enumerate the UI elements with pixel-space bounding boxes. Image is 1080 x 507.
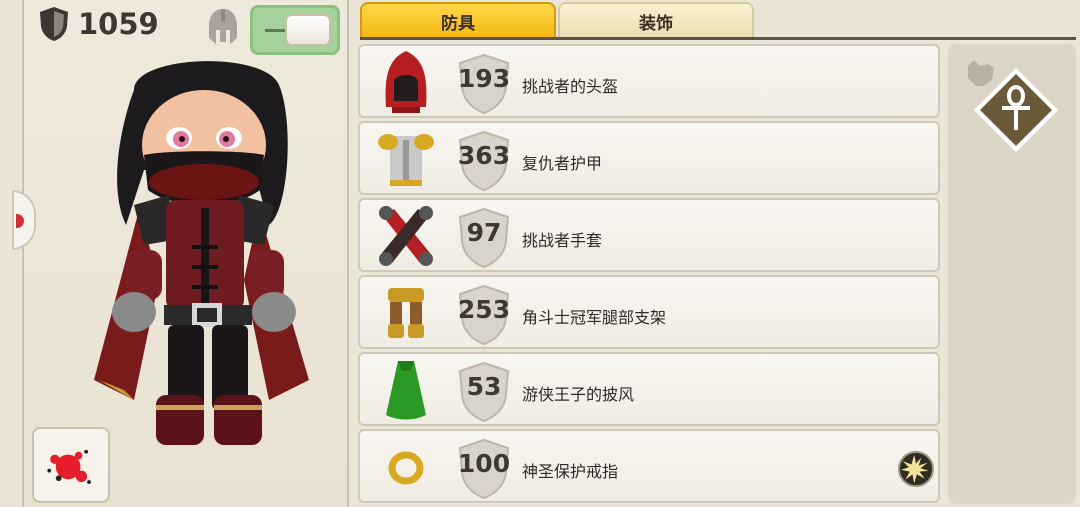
armor-value: 53 [466,372,502,401]
helmet-visibility-toggle[interactable] [250,5,340,55]
armor-total-value: 1059 [78,7,159,41]
trait-icon[interactable] [898,451,934,487]
green-cape-icon [386,361,426,420]
item-name: 角斗士冠军腿部支架 [522,308,667,327]
tabs-divider [360,37,1076,40]
tab-armor[interactable]: 防具 [360,2,556,40]
equipment-row-cape[interactable]: 53 游侠王子的披风 [358,352,940,426]
emote-button[interactable] [32,427,110,503]
starburst-icon [900,454,929,484]
armor-value: 97 [466,218,502,247]
gold-chest-armor-icon [378,134,434,186]
armor-value: 253 [457,295,511,324]
red-gloves-icon [379,206,433,266]
red-hood-helmet-icon [385,51,427,113]
side-drawer-tab[interactable] [12,190,36,250]
equipment-tabs: 防具 装饰 [360,0,1076,40]
equipment-row-gloves[interactable]: 97 挑战者手套 [358,198,940,272]
paint-splat-icon [47,449,91,484]
artifact-panel [948,44,1076,504]
side-drawer-marker [16,214,24,228]
equipment-row-chest[interactable]: 363 复仇者护甲 [358,121,940,195]
item-name: 挑战者的头盔 [522,77,619,96]
gold-leg-armor-icon [388,288,424,338]
shield-icon [40,7,68,41]
armor-value: 363 [457,141,511,170]
item-name: 神圣保护戒指 [522,462,619,481]
equipment-list: 193 挑战者的头盔 363 复仇者护甲 97 挑战者手套 253 角斗士冠军腿… [358,44,940,506]
equipment-row-helmet[interactable]: 193 挑战者的头盔 [358,44,940,118]
armor-total: 1059 [38,6,159,42]
toggle-knob [285,14,331,46]
character-model[interactable] [64,50,334,470]
gold-ring-icon [388,451,424,485]
ankh-artifact-icon[interactable] [972,66,1060,154]
helmet-icon[interactable] [207,8,239,46]
armor-value: 100 [457,449,511,478]
item-name: 复仇者护甲 [522,154,603,173]
character-panel: 1059 [12,0,349,507]
item-name: 挑战者手套 [522,231,603,250]
equipment-row-ring[interactable]: 100 神圣保护戒指 [358,429,940,503]
tab-cosmetics[interactable]: 装饰 [558,2,754,40]
armor-value: 193 [457,64,511,93]
equipment-row-legs[interactable]: 253 角斗士冠军腿部支架 [358,275,940,349]
item-name: 游侠王子的披风 [522,385,635,404]
